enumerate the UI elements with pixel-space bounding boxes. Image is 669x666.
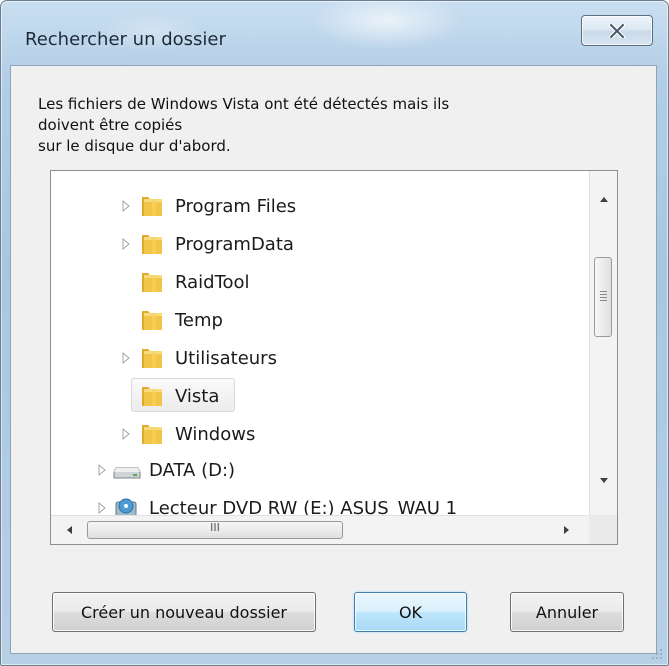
vertical-scrollbar[interactable] [589, 171, 617, 515]
scrollbar-corner [589, 515, 617, 544]
resize-grip-icon[interactable] [651, 648, 663, 660]
tree-item-label: Temp [175, 309, 223, 331]
expand-arrow-icon[interactable] [121, 200, 131, 212]
close-button[interactable] [581, 15, 653, 46]
folder-tree-viewport: Program Files ProgramData RaidTool Temp … [51, 171, 590, 515]
folder-icon [142, 273, 162, 292]
window-title: Rechercher un dossier [25, 29, 226, 50]
tree-item-program-files[interactable]: Program Files [139, 187, 296, 225]
expand-arrow-icon[interactable] [97, 464, 107, 476]
tree-item-label: Vista [175, 385, 220, 407]
vertical-scroll-thumb[interactable] [594, 257, 612, 337]
scroll-left-arrow-icon[interactable] [65, 525, 75, 535]
instruction-line: sur le disque dur d'abord. [38, 137, 231, 155]
folder-icon [142, 197, 162, 216]
tree-item-windows[interactable]: Windows [139, 415, 255, 453]
grip-line [600, 291, 607, 292]
expand-arrow-icon[interactable] [121, 428, 131, 440]
scroll-down-arrow-icon[interactable] [599, 475, 609, 485]
scroll-up-arrow-icon[interactable] [599, 195, 609, 205]
tree-item-dvd-drive[interactable]: Lecteur DVD RW (E:) ASUS_WAU 1 [113, 489, 457, 515]
cancel-button[interactable]: Annuler [510, 592, 624, 632]
tree-item-label: Lecteur DVD RW (E:) ASUS_WAU 1 [149, 497, 458, 516]
tree-item-vista[interactable]: Vista [139, 377, 219, 415]
ok-button[interactable]: OK [354, 592, 467, 632]
expand-arrow-icon[interactable] [121, 238, 131, 250]
grip-line [600, 300, 607, 301]
expand-arrow-icon[interactable] [121, 352, 131, 364]
folder-tree[interactable]: Program Files ProgramData RaidTool Temp … [50, 170, 618, 545]
grip-line [600, 297, 607, 298]
instruction-line: doivent être copiés [38, 116, 183, 134]
tree-item-label: Program Files [175, 195, 297, 217]
folder-icon [142, 387, 162, 406]
close-icon [609, 23, 625, 38]
tree-item-label: Utilisateurs [175, 347, 277, 369]
scroll-thumb-grip: III [210, 521, 220, 534]
folder-icon [142, 349, 162, 368]
horizontal-scrollbar[interactable]: III [51, 515, 590, 544]
expand-arrow-icon[interactable] [97, 502, 107, 514]
folder-icon [142, 425, 162, 444]
new-folder-button[interactable]: Créer un nouveau dossier [52, 592, 316, 632]
instruction-text: Les fichiers de Windows Vista ont été dé… [38, 94, 598, 157]
folder-icon [142, 311, 162, 330]
dvd-drive-icon [115, 498, 137, 515]
grip-line [600, 294, 607, 295]
tree-item-temp[interactable]: Temp [139, 301, 223, 339]
folder-icon [142, 235, 162, 254]
horizontal-scroll-thumb[interactable]: III [87, 521, 343, 539]
tree-item-programdata[interactable]: ProgramData [139, 225, 294, 263]
tree-item-label: Windows [175, 423, 256, 445]
tree-item-raidtool[interactable]: RaidTool [139, 263, 250, 301]
tree-item-data-drive[interactable]: DATA (D:) [113, 451, 235, 489]
tree-item-label: ProgramData [175, 233, 294, 255]
scroll-right-arrow-icon[interactable] [561, 525, 571, 535]
tree-item-utilisateurs[interactable]: Utilisateurs [139, 339, 277, 377]
tree-item-label: DATA (D:) [149, 459, 236, 481]
tree-item-label: RaidTool [175, 271, 250, 293]
instruction-line: Les fichiers de Windows Vista ont été dé… [38, 95, 450, 113]
hard-drive-icon [113, 467, 141, 479]
